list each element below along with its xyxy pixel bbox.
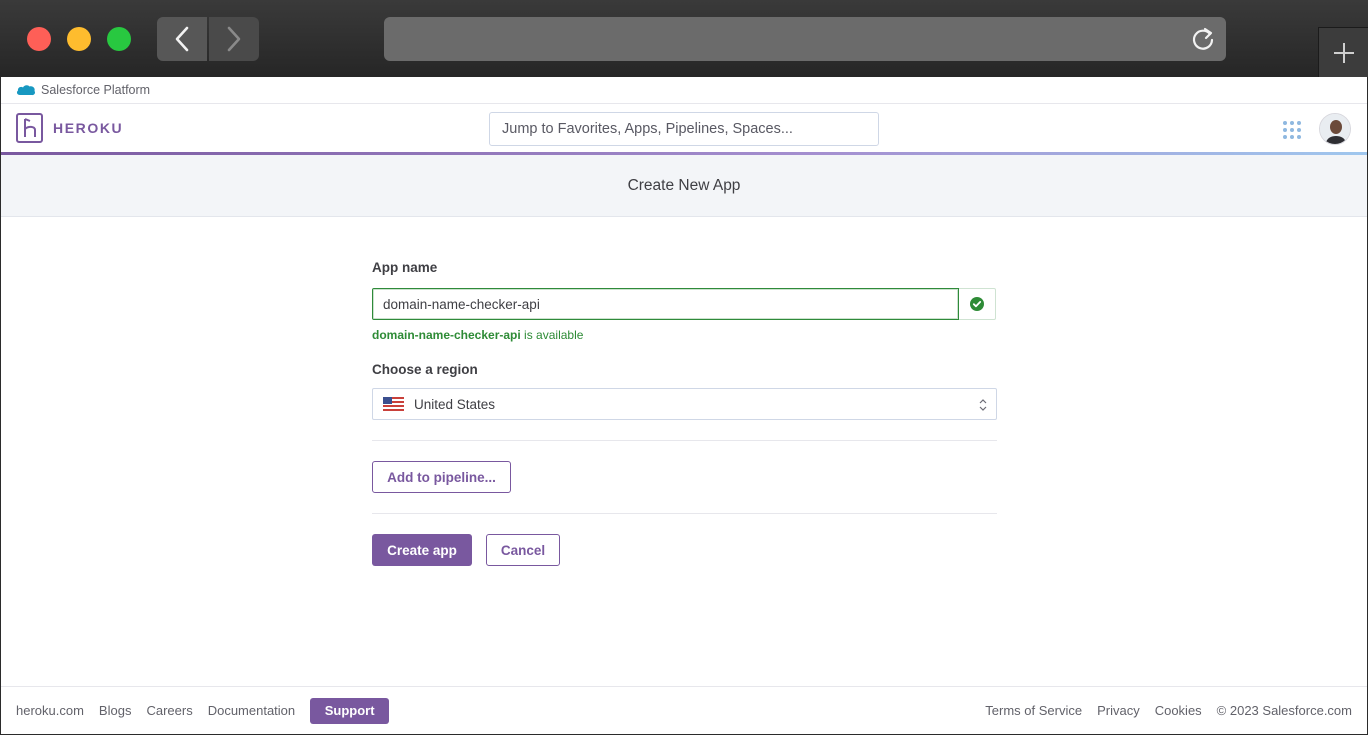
region-select[interactable]: United States xyxy=(372,388,997,420)
apps-grid-icon[interactable] xyxy=(1282,120,1302,140)
app-name-row xyxy=(372,288,997,320)
region-label: Choose a region xyxy=(372,362,478,377)
reload-icon[interactable] xyxy=(1190,26,1216,52)
check-circle-icon xyxy=(970,297,984,311)
footer-link-documentation[interactable]: Documentation xyxy=(208,703,295,718)
user-avatar[interactable] xyxy=(1319,113,1351,145)
footer-left-links: heroku.com Blogs Careers Documentation S… xyxy=(16,697,390,724)
back-button[interactable] xyxy=(157,17,207,61)
app-name-input[interactable] xyxy=(372,288,959,320)
footer-link-careers[interactable]: Careers xyxy=(146,703,192,718)
form-actions: Create app Cancel xyxy=(372,534,997,566)
footer-link-heroku[interactable]: heroku.com xyxy=(16,703,84,718)
availability-message: domain-name-checker-api is available xyxy=(372,328,997,342)
plus-icon xyxy=(1333,42,1354,63)
availability-suffix: is available xyxy=(520,328,584,342)
app-name-label: App name xyxy=(372,260,438,275)
salesforce-platform-bar: Salesforce Platform xyxy=(1,77,1367,104)
copyright: © 2023 Salesforce.com xyxy=(1216,703,1352,718)
region-value: United States xyxy=(414,396,496,412)
search-input[interactable] xyxy=(489,112,879,146)
available-app-name: domain-name-checker-api xyxy=(372,328,521,342)
page: Salesforce Platform HEROKU Jump to Favor… xyxy=(1,77,1367,734)
chevron-right-icon xyxy=(227,26,241,52)
minimize-window-button[interactable] xyxy=(67,27,91,51)
create-app-button[interactable]: Create app xyxy=(372,534,472,566)
salesforce-cloud-icon xyxy=(16,85,36,96)
browser-chrome xyxy=(0,0,1368,77)
address-bar[interactable] xyxy=(384,17,1226,61)
cancel-button[interactable]: Cancel xyxy=(486,534,560,566)
select-caret-icon xyxy=(979,399,987,411)
footer-link-blogs[interactable]: Blogs xyxy=(99,703,132,718)
salesforce-platform-label: Salesforce Platform xyxy=(41,83,151,97)
footer-link-terms[interactable]: Terms of Service xyxy=(985,703,1082,718)
support-button[interactable]: Support xyxy=(310,697,390,724)
footer-link-privacy[interactable]: Privacy xyxy=(1097,703,1140,718)
close-window-button[interactable] xyxy=(27,27,51,51)
footer-link-cookies[interactable]: Cookies xyxy=(1155,703,1202,718)
avatar-image xyxy=(1320,114,1350,144)
top-navigation: HEROKU xyxy=(1,104,1367,155)
chevron-left-icon xyxy=(175,26,189,52)
divider xyxy=(372,513,997,514)
heroku-logo[interactable]: HEROKU xyxy=(16,113,123,143)
page-title: Create New App xyxy=(627,176,741,194)
divider xyxy=(372,440,997,441)
footer-right-links: Terms of Service Privacy Cookies © 2023 … xyxy=(985,703,1352,718)
forward-button[interactable] xyxy=(209,17,259,61)
create-app-form: App name domain-name-checker-api is avai… xyxy=(372,260,997,566)
heroku-logo-text: HEROKU xyxy=(53,120,124,136)
heroku-logo-icon xyxy=(16,113,43,143)
availability-status xyxy=(959,288,996,320)
new-tab-button[interactable] xyxy=(1318,27,1368,77)
page-header: Create New App xyxy=(1,155,1367,217)
us-flag-icon xyxy=(383,397,404,411)
add-to-pipeline-button[interactable]: Add to pipeline... xyxy=(372,461,511,493)
footer: heroku.com Blogs Careers Documentation S… xyxy=(1,686,1367,734)
zoom-window-button[interactable] xyxy=(107,27,131,51)
